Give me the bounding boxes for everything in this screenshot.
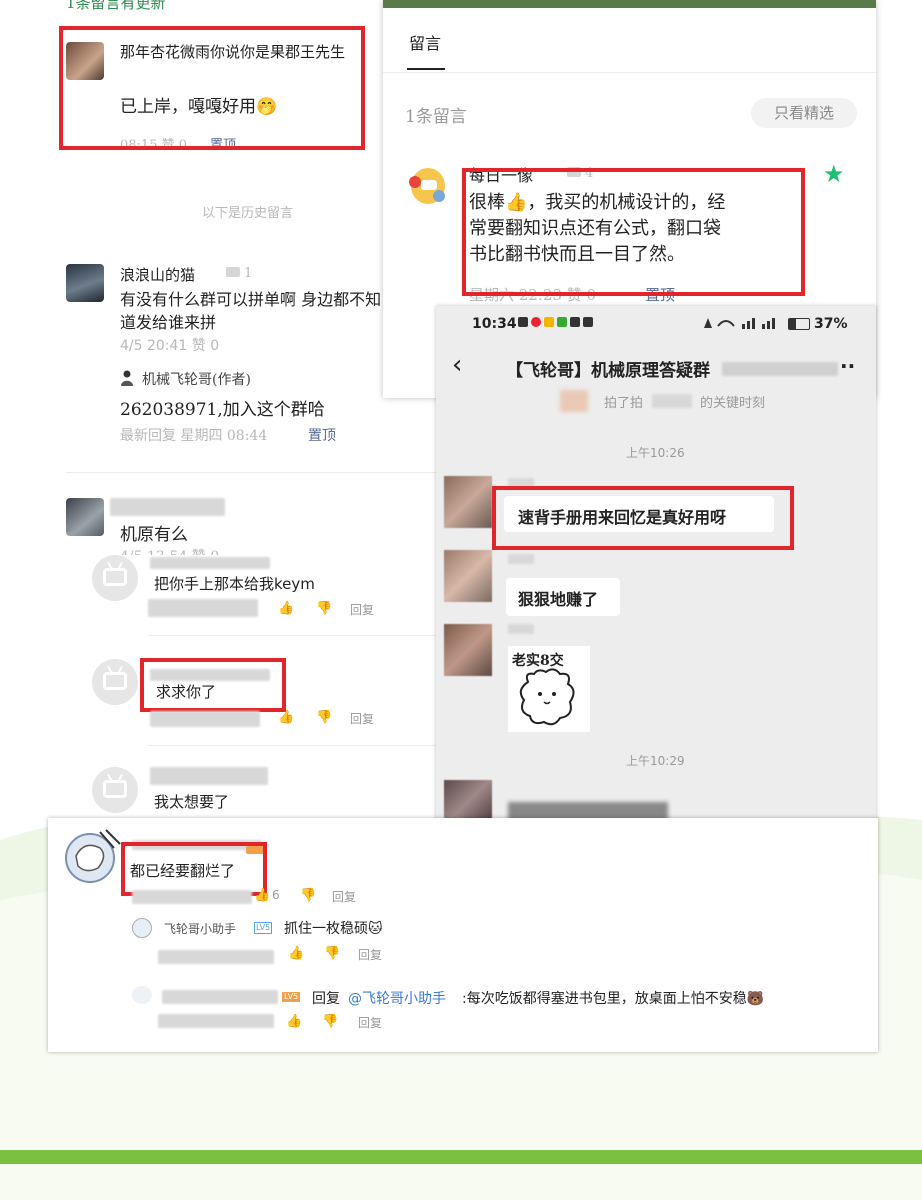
avatar-blurred <box>444 780 492 820</box>
tv-avatar[interactable] <box>92 767 138 813</box>
phone-chat-screenshot: 10:34 37% ‹ 【飞轮哥】机械原理答疑群 ·· 拍了拍 的关键时刻 上午… <box>436 306 876 820</box>
like-icon[interactable]: 👍 <box>286 1014 302 1029</box>
pin-link[interactable]: 置顶 <box>308 425 336 445</box>
battery-percent: 37% <box>814 316 848 332</box>
author-icon <box>120 370 134 386</box>
comment-count: 1条留言 <box>405 107 467 127</box>
battery-icon <box>788 318 810 330</box>
sender-name-blurred <box>508 554 534 564</box>
bottom-comment-panel: 都已经要翻烂了 👍 6 👎 回复 飞轮哥小助手 LV5 抓住一枚稳硕🐱 👍 👎 … <box>48 818 878 1052</box>
like-count: 6 <box>272 888 280 902</box>
bottom-green-bar <box>0 1150 922 1164</box>
chat-timestamp: 上午10:29 <box>626 754 685 768</box>
comment-text: 我太想要了 <box>154 793 230 811</box>
meta-blurred <box>132 890 252 904</box>
dislike-icon[interactable]: 👎 <box>316 710 332 725</box>
dislike-icon[interactable]: 👎 <box>322 1014 338 1029</box>
chat-timestamp: 上午10:26 <box>626 446 685 460</box>
avatar-blurred <box>444 624 492 676</box>
sticker-image[interactable]: 老实8交 <box>508 646 590 732</box>
level-badge: LV5 <box>282 992 301 1002</box>
avatar-blurred <box>444 476 492 528</box>
reply-link[interactable]: 回复 <box>358 1014 382 1031</box>
username-blurred <box>150 557 270 569</box>
commenter-name-blurred <box>110 498 225 516</box>
left-comment-panel: 1条留言有更新 那年杏花微雨你说你是果郡王先生 已上岸，嘎嘎好用🤭 08:15 … <box>0 0 440 565</box>
tv-avatar[interactable] <box>92 659 138 705</box>
chat-title: 【飞轮哥】机械原理答疑群 <box>506 361 710 381</box>
username-blurred <box>150 767 268 785</box>
highlight-box <box>140 658 286 712</box>
like-icon[interactable]: 👍 <box>288 946 304 961</box>
back-icon[interactable]: ‹ <box>452 350 462 380</box>
star-icon[interactable]: ★ <box>823 160 845 188</box>
tab-divider <box>383 72 876 73</box>
history-divider-label: 以下是历史留言 <box>202 206 294 221</box>
avatar[interactable] <box>66 498 104 536</box>
update-banner[interactable]: 1条留言有更新 <box>66 0 166 13</box>
tv-avatar[interactable] <box>92 555 138 601</box>
like-icon[interactable]: 👍 <box>278 710 294 725</box>
pat-avatar-blurred <box>560 390 588 412</box>
reply-link[interactable]: 回复 <box>350 601 374 618</box>
highlight-box <box>59 26 365 150</box>
reply-link[interactable]: 回复 <box>332 888 356 905</box>
author-name[interactable]: 机械飞轮哥(作者) <box>142 369 251 389</box>
reply-count-badge[interactable]: 1 <box>226 266 252 281</box>
avatar[interactable] <box>132 986 152 1004</box>
sub-reply-text: 抓住一枚稳硕🐱 <box>284 921 383 937</box>
dislike-icon[interactable]: 👎 <box>324 946 340 961</box>
status-notification-icons <box>518 317 593 330</box>
highlight-box <box>462 168 805 296</box>
divider <box>148 635 442 636</box>
signal-wifi-icons <box>694 316 784 333</box>
sticker-caption: 老实8交 <box>512 653 564 669</box>
more-icon[interactable]: ·· <box>840 354 855 378</box>
sender-name-blurred <box>508 624 534 634</box>
comment-text: 把你手上那本给我keym <box>154 575 315 593</box>
pat-notice-suffix: 的关键时刻 <box>700 396 766 411</box>
sub-reply-text: :每次吃饭都得塞进书包里，放桌面上怕不安稳🐻 <box>462 991 765 1007</box>
mention-link[interactable]: @飞轮哥小助手 <box>348 988 446 1008</box>
status-time: 10:34 <box>472 316 517 332</box>
tab-underline <box>407 68 445 70</box>
comment-text: 有没有什么群可以拼单啊 身边都不知道发给谁来拼 <box>120 290 382 332</box>
filter-featured-button[interactable]: 只看精选 <box>751 98 857 128</box>
dislike-icon[interactable]: 👎 <box>300 888 316 903</box>
tab-comments[interactable]: 留言 <box>409 30 441 54</box>
reply-meta: 最新回复 星期四 08:44 <box>120 428 268 444</box>
message-bubble[interactable]: 狠狠地赚了 <box>506 578 620 616</box>
comment-meta: 4/5 20:41 赞 0 <box>120 338 220 354</box>
highlight-box <box>492 486 794 550</box>
sub-reply-prefix: 回复 <box>312 991 340 1007</box>
avatar-blurred <box>444 550 492 602</box>
reply-link[interactable]: 回复 <box>350 710 374 727</box>
avatar[interactable] <box>132 918 152 938</box>
pat-notice: 拍了拍 <box>604 396 644 411</box>
divider <box>66 472 440 473</box>
avatar[interactable] <box>66 264 104 302</box>
username-blurred <box>162 990 278 1004</box>
like-icon[interactable]: 👍 <box>254 888 270 903</box>
commenter-name[interactable]: 浪浪山的猫 <box>120 264 195 285</box>
meta-blurred <box>148 599 258 617</box>
comment-bubble-icon <box>226 267 240 277</box>
like-icon[interactable]: 👍 <box>278 601 294 616</box>
meta-blurred <box>158 950 274 964</box>
highlight-box <box>121 842 267 896</box>
meta-blurred <box>158 1014 274 1028</box>
divider <box>148 745 442 746</box>
bili-comment-panel: 把你手上那本给我keym 👍 👎 回复 求求你了 👍 👎 回复 我太想要了 <box>72 555 442 820</box>
reply-link[interactable]: 回复 <box>358 946 382 963</box>
sub-reply-name[interactable]: 飞轮哥小助手 <box>164 920 236 937</box>
level-badge: LV5 <box>254 922 273 934</box>
dislike-icon[interactable]: 👎 <box>316 601 332 616</box>
avatar[interactable] <box>62 826 124 884</box>
meta-blurred <box>150 711 260 727</box>
chat-title-blurred <box>722 362 838 376</box>
pat-name-blurred <box>652 394 692 408</box>
comment-text: 机原有么 <box>120 525 188 545</box>
avatar[interactable] <box>405 160 451 206</box>
author-reply-text: 262038971,加入这个群哈 <box>120 400 325 420</box>
